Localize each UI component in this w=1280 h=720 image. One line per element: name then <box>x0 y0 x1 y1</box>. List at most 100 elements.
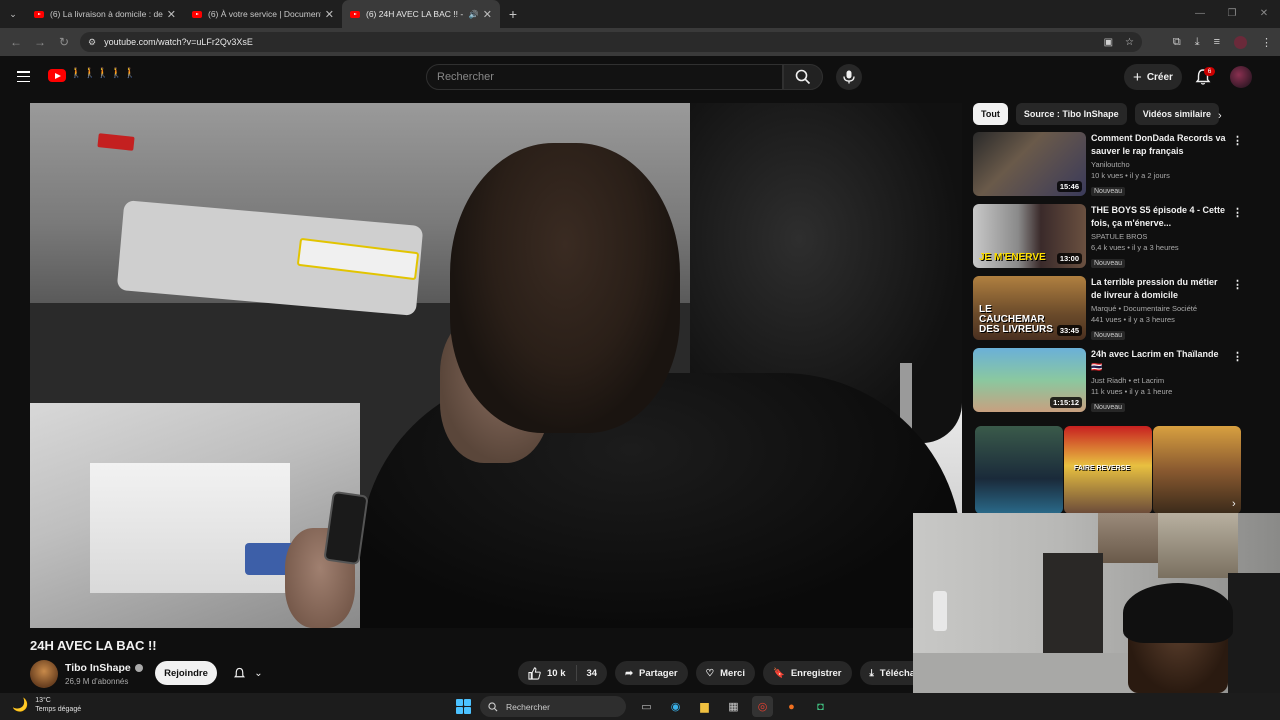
close-tab-icon[interactable]: ✕ <box>325 8 334 21</box>
taskbar-search[interactable]: Rechercher <box>480 696 626 717</box>
file-explorer-icon[interactable]: ▆ <box>694 696 715 717</box>
thanks-heart-icon: ♡ <box>705 667 715 679</box>
menu-icon[interactable] <box>17 71 30 83</box>
join-button[interactable]: Rejoindre <box>155 661 217 685</box>
thanks-label: Merci <box>720 667 745 679</box>
download-icon[interactable]: ⤓ <box>1195 36 1200 49</box>
extensions-icon[interactable]: ⧉ <box>1173 36 1181 49</box>
tab-search-icon[interactable]: ⌄ <box>0 0 26 28</box>
close-tab-icon[interactable]: ✕ <box>483 8 492 21</box>
short-thumbnail[interactable] <box>1153 426 1241 514</box>
weather-widget[interactable]: 🌙 13°C Temps dégagé <box>12 696 81 714</box>
browser-tab-1[interactable]: (6) La livraison à domicile : de l' ✕ <box>26 0 184 28</box>
recommendation-channel[interactable]: SPATULE BROS <box>1091 232 1226 241</box>
video-player[interactable] <box>30 103 962 628</box>
create-button[interactable]: + Créer <box>1124 64 1182 90</box>
browser-tab-bar: ⌄ (6) La livraison à domicile : de l' ✕ … <box>0 0 1280 28</box>
youtube-logo[interactable] <box>48 69 66 82</box>
forward-icon[interactable]: → <box>28 35 52 49</box>
site-info-icon[interactable]: ⚙ <box>88 37 96 48</box>
more-options-icon[interactable]: ⋮ <box>1232 278 1243 291</box>
edge-icon[interactable]: ◉ <box>665 696 686 717</box>
tab-title: (6) 24H AVEC LA BAC !! - Yo <box>366 9 465 19</box>
windows-start-icon[interactable] <box>456 699 471 714</box>
profile-avatar[interactable] <box>1234 35 1247 49</box>
search-input[interactable] <box>437 71 782 83</box>
share-icon: ➦ <box>625 667 634 679</box>
new-tab-button[interactable]: + <box>500 6 526 22</box>
logo-doodle-icon[interactable]: 🚶🚶🚶🚶🚶 <box>70 68 137 79</box>
speaker-icon[interactable]: 🔊 <box>469 10 479 19</box>
more-options-icon[interactable]: ⋮ <box>1232 206 1243 219</box>
cast-icon[interactable]: ▣ <box>1104 37 1113 48</box>
close-window-icon[interactable]: ✕ <box>1248 0 1280 28</box>
share-button[interactable]: ➦ Partager <box>615 661 688 685</box>
save-button[interactable]: 🔖 Enregistrer <box>762 661 852 685</box>
app-icon[interactable]: ◘ <box>810 696 831 717</box>
back-icon[interactable]: ← <box>4 35 28 49</box>
recommendation-channel[interactable]: Yaniloutcho <box>1091 160 1226 169</box>
restore-icon[interactable]: ❐ <box>1216 0 1248 28</box>
recommendation-item[interactable]: 1:15:12 24h avec Lacrim en Thaïlande 🇹🇭 … <box>973 348 1243 412</box>
firefox-icon[interactable]: ● <box>781 696 802 717</box>
account-avatar[interactable] <box>1230 66 1252 88</box>
more-options-icon[interactable]: ⋮ <box>1232 350 1243 363</box>
voice-search-button[interactable] <box>836 64 862 90</box>
video-thumbnail[interactable]: LE CAUCHEMAR DES LIVREURS 33:45 <box>973 276 1086 340</box>
recommendation-title[interactable]: 24h avec Lacrim en Thaïlande 🇹🇭 <box>1091 348 1226 373</box>
close-tab-icon[interactable]: ✕ <box>167 8 176 21</box>
recommendation-channel[interactable]: Marqué • Documentaire Société <box>1091 304 1226 313</box>
short-thumbnail[interactable]: FAIRE REVERSE <box>1064 426 1152 514</box>
youtube-favicon-icon <box>350 10 360 18</box>
bookmark-star-icon[interactable]: ☆ <box>1125 37 1134 48</box>
recommendation-item[interactable]: JE M'ENERVE 13:00 THE BOYS S5 épisode 4 … <box>973 204 1243 268</box>
chrome-icon[interactable]: ◎ <box>752 696 773 717</box>
thanks-button[interactable]: ♡ Merci <box>695 661 755 685</box>
webcam-bottle <box>933 591 947 631</box>
recommendation-title[interactable]: Comment DonDada Records va sauver le rap… <box>1091 132 1226 157</box>
chips-next-arrow-icon[interactable]: › <box>1218 110 1222 122</box>
url-field[interactable]: ⚙ youtube.com/watch?v=uLFr2Qv3XsE ▣ ☆ <box>80 32 1142 52</box>
minimize-icon[interactable]: — <box>1184 0 1216 28</box>
chip-all[interactable]: Tout <box>973 103 1008 125</box>
moon-icon: 🌙 <box>12 697 29 712</box>
video-thumbnail[interactable]: 15:46 <box>973 132 1086 196</box>
task-view-icon[interactable]: ▭ <box>636 696 657 717</box>
comments-count-button[interactable]: 34 <box>577 668 608 679</box>
browser-tab-3-active[interactable]: (6) 24H AVEC LA BAC !! - Yo 🔊 ✕ <box>342 0 500 28</box>
media-control-icon[interactable]: ≡ <box>1214 36 1220 48</box>
video-frame-person-head <box>450 143 680 433</box>
browser-menu-icon[interactable]: ⋮ <box>1261 36 1272 49</box>
recommendation-title[interactable]: THE BOYS S5 épisode 4 - Cette fois, ça m… <box>1091 204 1226 229</box>
window-controls: — ❐ ✕ <box>1184 0 1280 28</box>
short-thumbnail[interactable] <box>975 426 1063 514</box>
plus-icon: + <box>1133 68 1142 86</box>
windows-taskbar: 🌙 13°C Temps dégagé Rechercher ▭ ◉ ▆ ▦ ◎… <box>0 693 1280 720</box>
chip-similar[interactable]: Vidéos similaire <box>1134 103 1220 125</box>
recommendation-title[interactable]: La terrible pression du métier de livreu… <box>1091 276 1226 301</box>
chip-source[interactable]: Source : Tibo InShape <box>1015 103 1127 125</box>
more-options-icon[interactable]: ⋮ <box>1232 134 1243 147</box>
search-button[interactable] <box>783 64 823 90</box>
browser-tab-2[interactable]: (6) À votre service | Documenta ✕ <box>184 0 342 28</box>
bell-icon <box>234 667 246 677</box>
like-button[interactable]: 10 k <box>518 665 577 681</box>
recommendation-item[interactable]: LE CAUCHEMAR DES LIVREURS 33:45 La terri… <box>973 276 1243 340</box>
recommendation-channel[interactable]: Just Riadh • et Lacrim <box>1091 376 1226 385</box>
subscription-bell-button[interactable]: ⌄ <box>225 661 271 685</box>
video-thumbnail[interactable]: JE M'ENERVE 13:00 <box>973 204 1086 268</box>
channel-name-text: Tibo InShape <box>65 662 131 674</box>
duration-badge: 33:45 <box>1056 325 1082 336</box>
channel-name[interactable]: Tibo InShape <box>65 662 143 674</box>
new-badge: Nouveau <box>1091 331 1126 340</box>
webcam-poster <box>1098 513 1158 563</box>
video-thumbnail[interactable]: 1:15:12 <box>973 348 1086 412</box>
duration-badge: 1:15:12 <box>1050 397 1082 408</box>
shorts-next-arrow-icon[interactable]: › <box>1232 498 1236 510</box>
store-icon[interactable]: ▦ <box>723 696 744 717</box>
recommendation-item[interactable]: 15:46 Comment DonDada Records va sauver … <box>973 132 1243 196</box>
channel-avatar[interactable] <box>30 660 58 688</box>
recommendation-meta: 10 k vues • il y a 2 jours <box>1091 171 1170 180</box>
tab-title: (6) La livraison à domicile : de l' <box>50 9 163 19</box>
reload-icon[interactable]: ↻ <box>52 35 76 49</box>
